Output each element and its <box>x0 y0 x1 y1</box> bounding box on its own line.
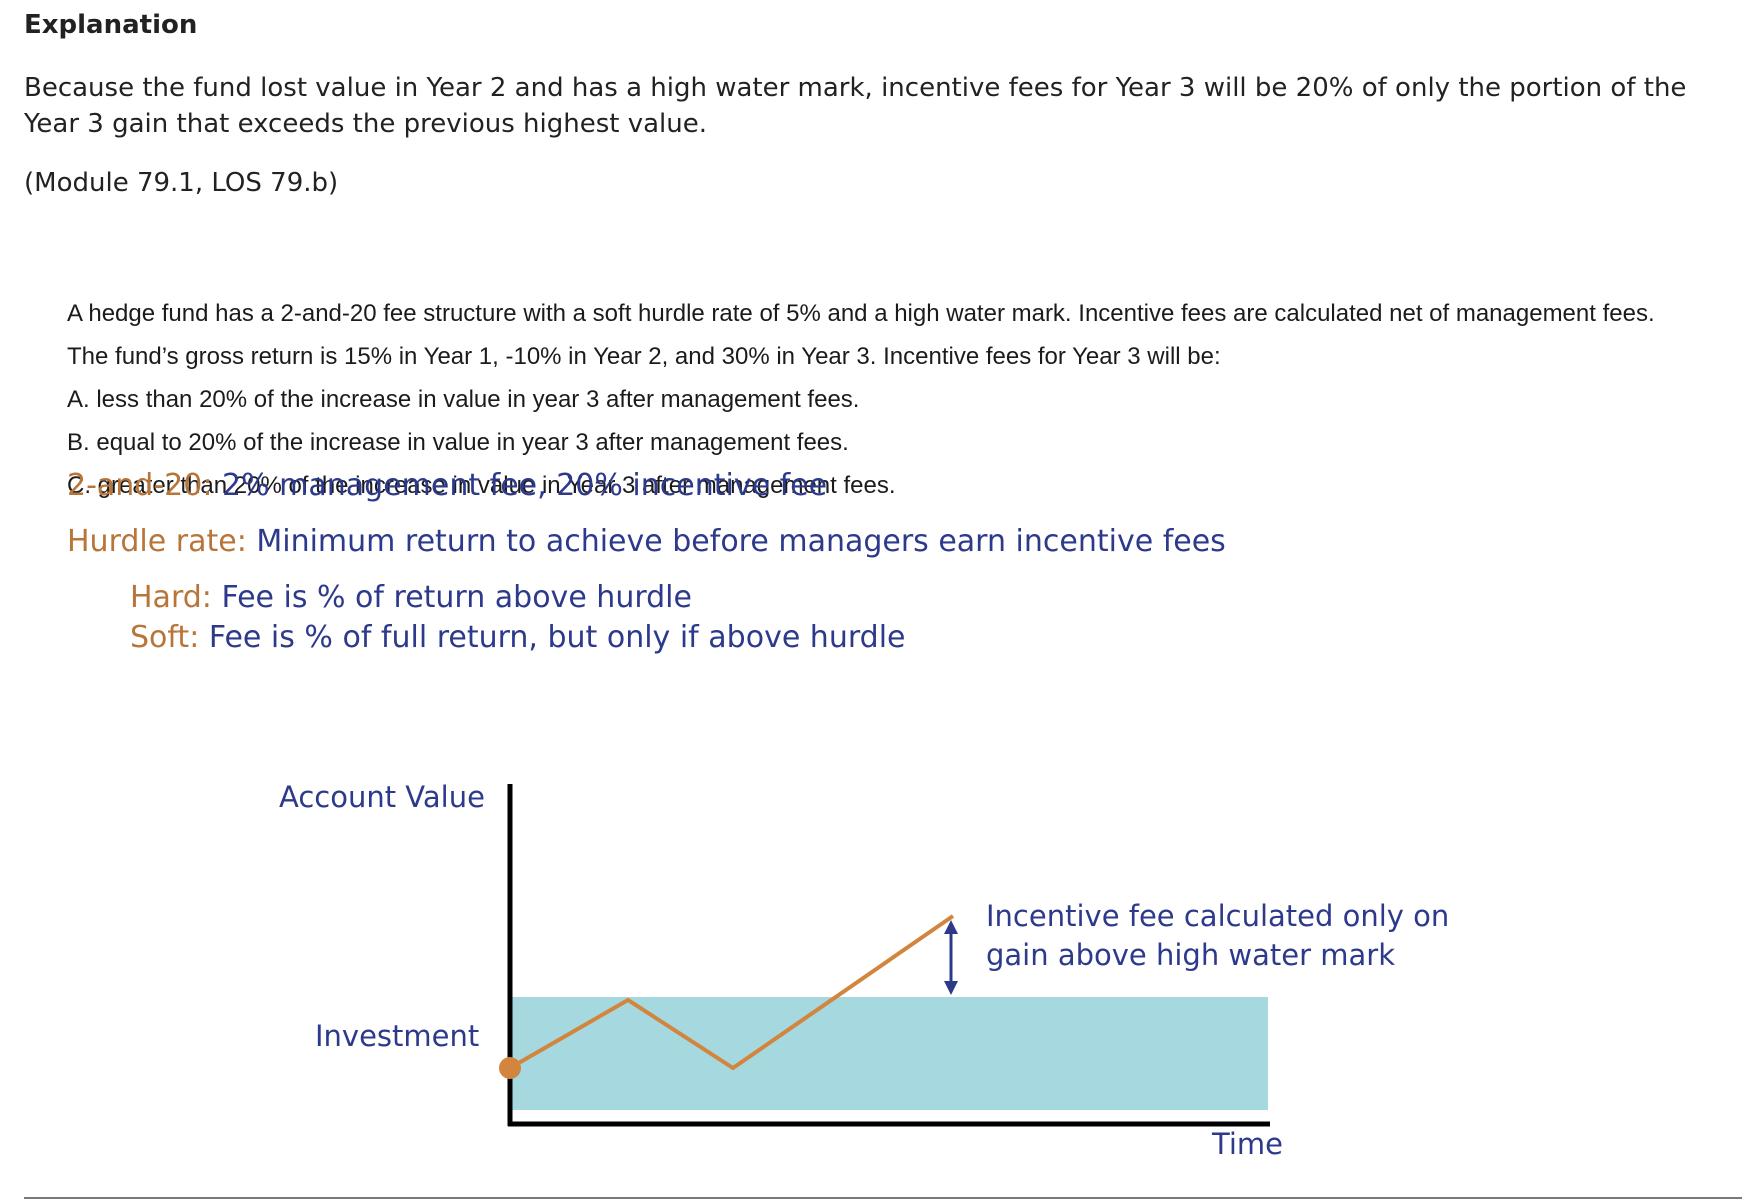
annotation-line-1: Incentive fee calculated only on <box>986 899 1449 933</box>
y-axis-label: Account Value <box>279 780 485 814</box>
high-water-mark-diagram: Account Value Time Investment Incentive … <box>279 780 1449 1161</box>
explanation-slide-image: A hedge fund has a 2-and-20 fee structur… <box>0 260 1742 1200</box>
module-reference: (Module 79.1, LOS 79.b) <box>24 168 339 198</box>
investment-start-point <box>499 1057 521 1079</box>
divider <box>24 1197 1742 1199</box>
investment-label: Investment <box>315 1019 479 1053</box>
x-axis-label: Time <box>1211 1127 1283 1161</box>
arrow-down-icon <box>944 981 958 995</box>
explanation-heading: Explanation <box>24 10 198 40</box>
annotation-line-2: gain above high water mark <box>986 938 1395 972</box>
high-water-mark-area <box>510 997 1268 1110</box>
explanation-text: Because the fund lost value in Year 2 an… <box>24 73 1687 139</box>
